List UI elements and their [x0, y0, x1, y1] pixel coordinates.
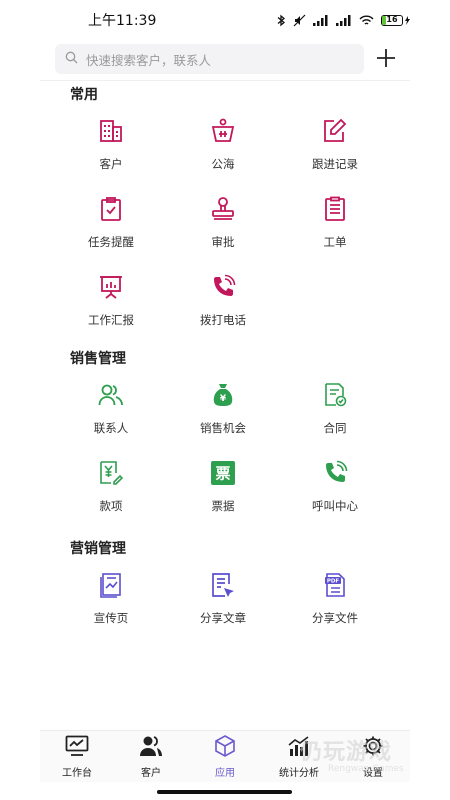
mute-icon [293, 14, 306, 27]
search-placeholder: 快速搜索客户，联系人 [86, 52, 212, 68]
app-item-share-article[interactable]: 分享文章 [167, 559, 279, 637]
status-icons: 16 [277, 14, 410, 27]
nav-tab-settings[interactable]: 设置 [336, 735, 410, 779]
app-item-label: 工单 [323, 235, 347, 249]
nav-tab-label: 应用 [215, 767, 235, 779]
app-item-approval[interactable]: 审批 [167, 183, 279, 261]
nav-tab-label: 统计分析 [279, 767, 319, 779]
statistics-icon [287, 735, 311, 761]
share-article-icon [209, 571, 237, 599]
app-item-label: 公海 [211, 157, 235, 171]
app-item-label: 任务提醒 [88, 235, 134, 249]
home-indicator[interactable] [157, 790, 292, 794]
pdf-glyph: PDF [327, 579, 340, 585]
app-item-label: 款项 [99, 499, 123, 513]
task-clipboard-icon [97, 195, 125, 223]
contacts-icon [97, 381, 125, 409]
wifi-icon [359, 15, 374, 26]
app-item-label: 分享文章 [200, 611, 246, 625]
customers-icon [139, 735, 163, 761]
status-time: 上午11:39 [88, 13, 157, 29]
app-item-label: 宣传页 [93, 611, 129, 625]
app-menu: 常用 客户 公海 跟进记录 任务提醒 审批 工单 工作汇报 拨打电话 销售管理 … [40, 85, 410, 637]
nav-tab-statistics[interactable]: 统计分析 [262, 735, 336, 779]
search-icon [65, 51, 78, 67]
pool-basket-icon [209, 117, 237, 145]
section-grid: 客户 公海 跟进记录 任务提醒 审批 工单 工作汇报 拨打电话 [55, 105, 410, 339]
app-item-sales-opportunity[interactable]: ¥ 销售机会 [167, 369, 279, 447]
nav-tab-label: 客户 [141, 767, 161, 779]
status-bar: 上午11:39 16 [0, 0, 450, 40]
payment-icon [97, 459, 125, 487]
app-item-work-order[interactable]: 工单 [279, 183, 391, 261]
section-title: 常用 [70, 87, 98, 103]
battery-level: 16 [386, 14, 398, 24]
app-item-share-file[interactable]: PDF 分享文件 [279, 559, 391, 637]
invoice-icon: 票 [209, 459, 237, 487]
nav-tab-workbench[interactable]: 工作台 [40, 735, 114, 779]
section-title: 销售管理 [70, 351, 126, 367]
app-item-label: 分享文件 [312, 611, 358, 625]
settings-gear-icon [361, 735, 385, 761]
search-input[interactable]: 快速搜索客户，联系人 [55, 44, 364, 74]
section-grid: 联系人 ¥ 销售机会 合同 款项 票 票据 呼叫中心 [55, 369, 410, 525]
contract-icon [321, 381, 349, 409]
nav-tab-customers[interactable]: 客户 [114, 735, 188, 779]
money-bag-icon: ¥ [209, 381, 237, 409]
app-item-label: 客户 [99, 157, 123, 171]
app-item-label: 票据 [211, 499, 235, 513]
header-divider [40, 80, 410, 81]
building-icon [97, 117, 125, 145]
app-item-task-reminder[interactable]: 任务提醒 [55, 183, 167, 261]
svg-text:¥: ¥ [220, 394, 227, 404]
signal-icon-2 [336, 14, 352, 26]
phone-call-icon [209, 273, 237, 301]
flyer-icon [97, 571, 125, 599]
nav-tab-label: 工作台 [62, 767, 92, 779]
app-item-customers[interactable]: 客户 [55, 105, 167, 183]
nav-tab-apps[interactable]: 应用 [188, 734, 262, 779]
dashboard-icon [65, 735, 89, 761]
app-item-payment[interactable]: 款项 [55, 447, 167, 525]
app-item-label: 审批 [211, 235, 235, 249]
bottom-nav: 工作台 客户 应用 统计分析 设置 [40, 730, 410, 782]
invoice-glyph: 票 [215, 465, 230, 483]
apps-cube-icon [213, 734, 237, 761]
app-item-label: 工作汇报 [88, 313, 134, 327]
battery-icon: 16 [381, 14, 410, 26]
app-item-make-call[interactable]: 拨打电话 [167, 261, 279, 339]
edit-note-icon [321, 117, 349, 145]
app-item-label: 联系人 [93, 421, 129, 435]
nav-tab-label: 设置 [363, 767, 383, 779]
app-item-invoice[interactable]: 票 票据 [167, 447, 279, 525]
section-title: 营销管理 [70, 541, 126, 557]
app-item-contacts[interactable]: 联系人 [55, 369, 167, 447]
stamp-icon [209, 195, 237, 223]
section-grid: 宣传页 分享文章 PDF 分享文件 [55, 559, 410, 637]
plus-icon [377, 49, 395, 67]
app-item-flyer[interactable]: 宣传页 [55, 559, 167, 637]
app-item-work-report[interactable]: 工作汇报 [55, 261, 167, 339]
app-item-label: 合同 [323, 421, 347, 435]
app-item-public-pool[interactable]: 公海 [167, 105, 279, 183]
search-header: 快速搜索客户，联系人 [0, 40, 450, 80]
bluetooth-icon [277, 14, 286, 27]
app-item-label: 呼叫中心 [312, 499, 358, 513]
app-screen: 上午11:39 16 快速搜索客户，联系人 常用 客户 公海 跟进记录 任务提醒… [0, 0, 450, 800]
app-item-label: 跟进记录 [312, 157, 358, 171]
app-item-follow-up[interactable]: 跟进记录 [279, 105, 391, 183]
app-item-label: 销售机会 [200, 421, 246, 435]
section-common: 常用 客户 公海 跟进记录 任务提醒 审批 工单 工作汇报 拨打电话 [40, 85, 410, 339]
app-item-call-center[interactable]: 呼叫中心 [279, 447, 391, 525]
work-order-icon [321, 195, 349, 223]
report-board-icon [97, 273, 125, 301]
pdf-file-icon: PDF [321, 571, 349, 599]
section-sales: 销售管理 联系人 ¥ 销售机会 合同 款项 票 票据 呼叫中心 [40, 349, 410, 525]
app-item-label: 拨打电话 [200, 313, 246, 327]
signal-icon [313, 14, 329, 26]
section-marketing: 营销管理 宣传页 分享文章 PDF 分享文件 [40, 539, 410, 637]
call-center-icon [321, 459, 349, 487]
add-button[interactable] [374, 46, 398, 70]
app-item-contract[interactable]: 合同 [279, 369, 391, 447]
